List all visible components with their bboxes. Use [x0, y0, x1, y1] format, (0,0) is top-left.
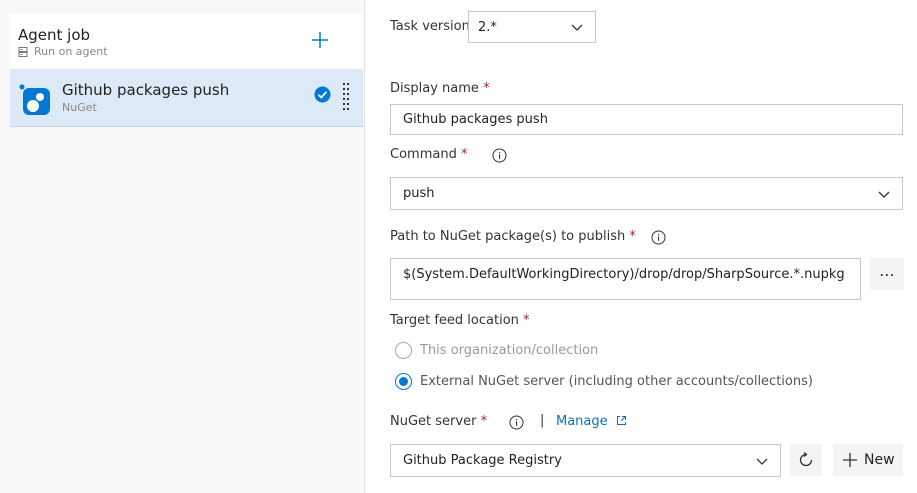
- display-name-input[interactable]: Github packages push: [390, 104, 903, 135]
- browse-button[interactable]: ⋯: [870, 258, 904, 290]
- radio-this-organization[interactable]: This organization/collection: [395, 342, 598, 359]
- radio-button[interactable]: [395, 342, 412, 359]
- task-settings-panel: Task version 2.* Display name * Github p…: [365, 0, 917, 493]
- info-icon[interactable]: [651, 230, 666, 245]
- pipeline-task-list: Agent job Run on agent Github packages p…: [0, 0, 364, 493]
- nuget-server-label: NuGet server *: [390, 414, 488, 429]
- task-title: Github packages push: [62, 81, 230, 99]
- manage-link-text: Manage: [556, 414, 608, 429]
- server-icon: [18, 46, 28, 57]
- agent-job-item[interactable]: Agent job Run on agent: [10, 14, 363, 70]
- nuget-server-value: Github Package Registry: [403, 453, 562, 468]
- plus-icon: [843, 453, 857, 467]
- chevron-down-icon: [756, 458, 768, 465]
- nuget-task-icon: [19, 84, 50, 115]
- plus-icon: [312, 32, 328, 48]
- agent-job-subtitle-row: Run on agent: [18, 45, 108, 58]
- radio-label: External NuGet server (including other a…: [420, 374, 813, 389]
- package-path-value: $(System.DefaultWorkingDirectory)/drop/d…: [403, 267, 845, 282]
- display-name-value: Github packages push: [403, 112, 548, 127]
- external-link-icon: [616, 416, 626, 425]
- required-asterisk: *: [480, 414, 488, 429]
- manage-link[interactable]: Manage: [556, 414, 627, 429]
- task-version-select[interactable]: 2.*: [468, 11, 596, 43]
- drag-handle-icon[interactable]: [340, 82, 352, 112]
- package-path-input[interactable]: $(System.DefaultWorkingDirectory)/drop/d…: [390, 258, 861, 300]
- required-asterisk: *: [483, 81, 490, 96]
- required-asterisk: *: [460, 147, 468, 162]
- command-value: push: [403, 186, 435, 201]
- ellipsis-icon: ⋯: [879, 264, 895, 284]
- new-button-label: New: [864, 452, 895, 468]
- separator: |: [540, 413, 545, 428]
- required-asterisk: *: [629, 229, 636, 244]
- task-subtitle: NuGet: [62, 101, 97, 114]
- task-version-value: 2.*: [478, 19, 497, 35]
- command-label: Command *: [390, 147, 468, 162]
- agent-job-subtitle: Run on agent: [34, 45, 108, 58]
- task-item-github-packages-push[interactable]: Github packages push NuGet: [10, 70, 363, 127]
- task-version-label: Task version: [390, 19, 470, 34]
- new-service-connection-button[interactable]: New: [833, 444, 903, 476]
- checkmark-circle-icon: [314, 86, 331, 103]
- package-path-label: Path to NuGet package(s) to publish *: [390, 229, 636, 244]
- radio-external-nuget-server[interactable]: External NuGet server (including other a…: [395, 373, 813, 390]
- add-task-button[interactable]: [308, 28, 332, 52]
- nuget-server-select[interactable]: Github Package Registry: [390, 444, 781, 477]
- radio-label: This organization/collection: [420, 343, 599, 358]
- info-icon[interactable]: [492, 148, 507, 163]
- command-select[interactable]: push: [390, 177, 903, 210]
- target-feed-label: Target feed location *: [390, 313, 530, 328]
- agent-job-title: Agent job: [18, 26, 91, 44]
- info-icon[interactable]: [509, 415, 524, 430]
- chevron-down-icon: [571, 24, 583, 31]
- refresh-button[interactable]: [790, 444, 822, 476]
- radio-button[interactable]: [395, 373, 412, 390]
- refresh-icon: [799, 451, 813, 467]
- chevron-down-icon: [878, 191, 890, 198]
- required-asterisk: *: [523, 313, 530, 328]
- display-name-label: Display name *: [390, 81, 490, 96]
